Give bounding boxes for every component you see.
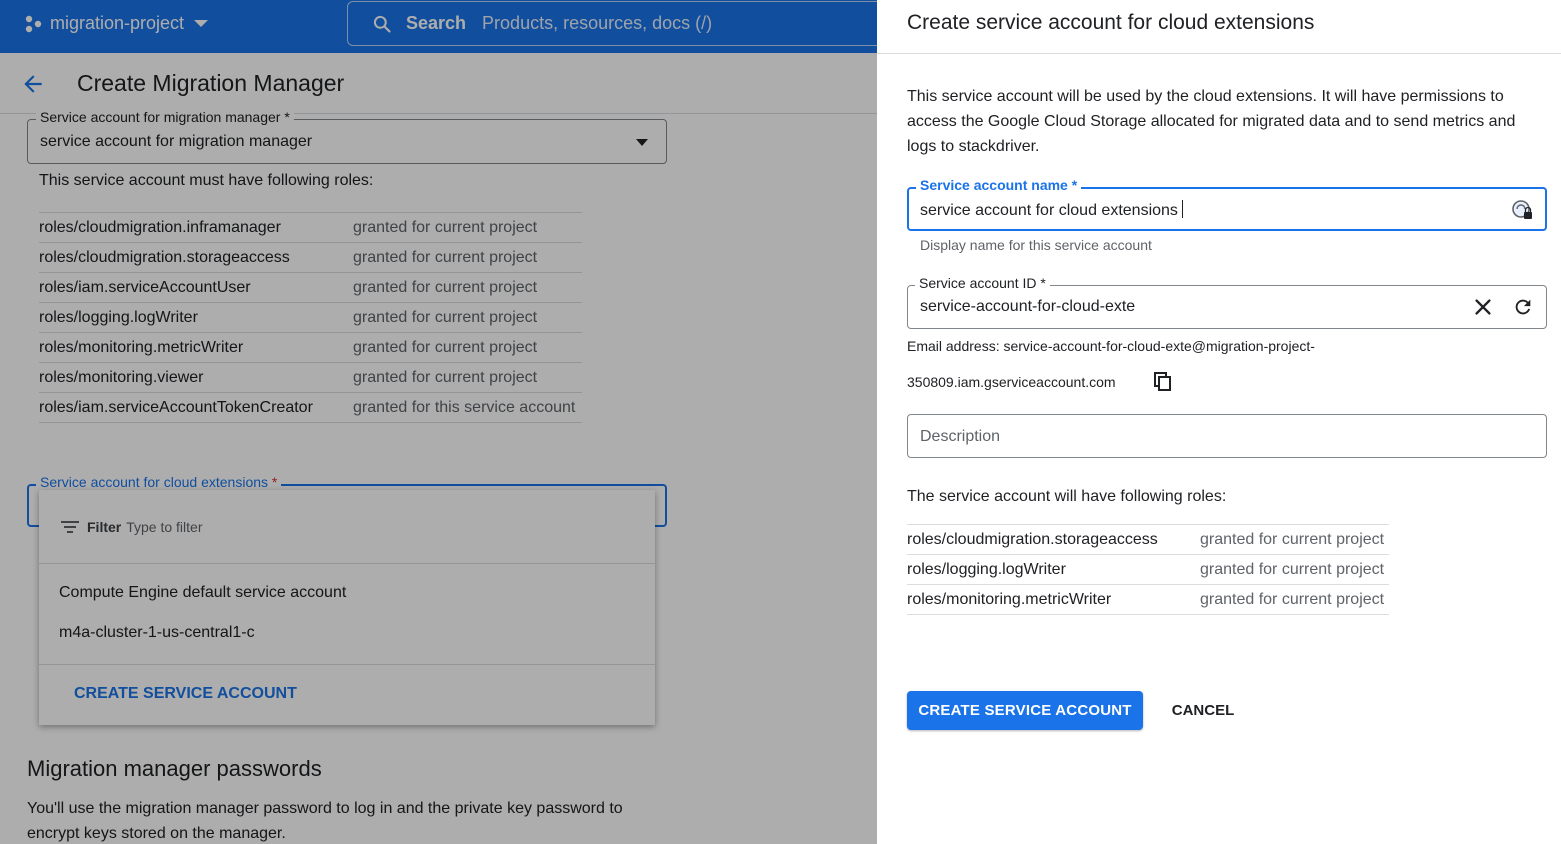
service-account-name-hint: Display name for this service account	[920, 237, 1152, 253]
service-account-name-value: service account for cloud extensions	[920, 202, 1178, 219]
email-address-line: Email address: service-account-for-cloud…	[907, 338, 1315, 354]
password-manager-icon[interactable]	[1511, 199, 1533, 221]
service-account-name-label: Service account name *	[916, 177, 1082, 193]
service-account-name-input[interactable]: service account for cloud extensions	[920, 200, 1183, 220]
create-service-account-button[interactable]: CREATE SERVICE ACCOUNT	[907, 691, 1143, 730]
divider	[877, 53, 1561, 54]
modal-scrim[interactable]	[0, 0, 877, 844]
refresh-icon[interactable]	[1512, 296, 1534, 318]
email-address-domain: 350809.iam.gserviceaccount.com	[907, 374, 1116, 390]
granted-roles-table: roles/cloudmigration.storageaccess grante…	[907, 524, 1389, 615]
copy-icon[interactable]	[1154, 372, 1172, 392]
role-name: roles/cloudmigration.storageaccess	[907, 524, 1200, 555]
description-field[interactable]: Description	[907, 414, 1547, 458]
description-placeholder: Description	[920, 428, 1001, 445]
role-name: roles/logging.logWriter	[907, 554, 1200, 585]
text-cursor	[1181, 200, 1183, 218]
panel-description: This service account will be used by the…	[907, 88, 1516, 155]
service-account-name-field[interactable]: Service account name * service account f…	[907, 177, 1547, 231]
role-scope: granted for current project	[1200, 554, 1389, 585]
table-row: roles/cloudmigration.storageaccess grante…	[907, 524, 1389, 555]
service-account-id-input[interactable]: service-account-for-cloud-exte	[920, 298, 1135, 316]
table-row: roles/logging.logWriter granted for curre…	[907, 554, 1389, 585]
service-account-id-field[interactable]: Service account ID * service-account-for…	[907, 275, 1547, 329]
service-account-id-label: Service account ID *	[915, 275, 1050, 291]
close-icon[interactable]	[1472, 296, 1494, 318]
create-service-account-panel: Create service account for cloud extensi…	[877, 0, 1561, 844]
role-name: roles/monitoring.metricWriter	[907, 584, 1200, 615]
will-have-roles-text: The service account will have following …	[907, 488, 1227, 505]
role-scope: granted for current project	[1200, 524, 1389, 555]
role-scope: granted for current project	[1200, 584, 1389, 615]
table-row: roles/monitoring.metricWriter granted for…	[907, 584, 1389, 615]
panel-title: Create service account for cloud extensi…	[907, 11, 1315, 34]
cancel-button[interactable]: CANCEL	[1160, 691, 1246, 730]
